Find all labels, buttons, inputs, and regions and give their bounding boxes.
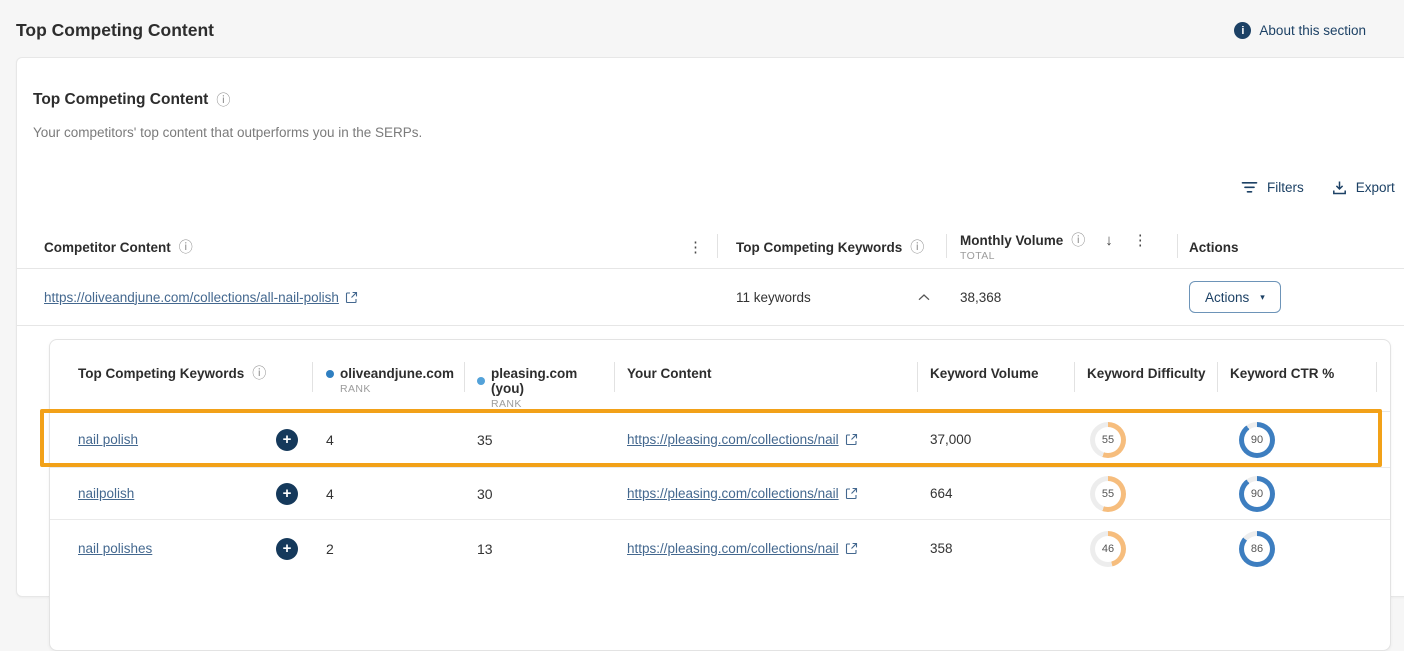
competitor-row: https://oliveandjune.com/collections/all… xyxy=(17,269,1404,326)
difficulty-gauge: 55 xyxy=(1090,422,1126,458)
keyword-link[interactable]: nail polish xyxy=(78,432,138,447)
monthly-volume-value: 38,368 xyxy=(960,290,1001,305)
keyword-link[interactable]: nailpolish xyxy=(78,486,134,501)
col-your-content: Your Content xyxy=(627,366,712,381)
your-rank-value: 30 xyxy=(477,486,493,502)
download-icon xyxy=(1332,180,1347,195)
column-menu-icon[interactable]: ⋮ xyxy=(688,240,703,255)
info-icon[interactable]: ⓘ xyxy=(252,366,266,380)
keyword-volume-value: 358 xyxy=(930,541,953,556)
keywords-detail-card: Top Competing Keywords ⓘ oliveandjune.co… xyxy=(49,339,1391,651)
competitor-rank-value: 2 xyxy=(326,541,334,557)
section-title-row: Top Competing Content ⓘ xyxy=(33,91,230,109)
keyword-row: nail polishes + 2 13 https://pleasing.co… xyxy=(50,519,1390,577)
actions-dropdown-button[interactable]: Actions ▾ xyxy=(1189,281,1281,313)
column-menu-icon[interactable]: ⋮ xyxy=(1133,233,1148,248)
col-keyword-ctr: Keyword CTR % xyxy=(1230,366,1334,381)
ctr-gauge: 90 xyxy=(1239,476,1275,512)
filters-button[interactable]: Filters xyxy=(1241,180,1304,195)
info-icon[interactable]: ⓘ xyxy=(1071,233,1085,247)
keyword-row: nailpolish + 4 30 https://pleasing.com/c… xyxy=(50,467,1390,519)
competitor-url-link[interactable]: https://oliveandjune.com/collections/all… xyxy=(44,290,358,305)
add-keyword-button[interactable]: + xyxy=(276,483,298,505)
difficulty-gauge: 46 xyxy=(1090,531,1126,567)
you-dot xyxy=(477,377,485,385)
external-link-icon xyxy=(845,433,858,446)
ctr-gauge: 86 xyxy=(1239,531,1275,567)
your-rank-value: 13 xyxy=(477,541,493,557)
your-content-link[interactable]: https://pleasing.com/collections/nail xyxy=(627,541,858,556)
col-you-rank-sub: RANK xyxy=(491,398,614,410)
external-link-icon xyxy=(345,291,358,304)
col-competitor-rank-sub: RANK xyxy=(340,383,454,395)
col-keyword: Top Competing Keywords xyxy=(78,366,244,381)
keyword-volume-value: 37,000 xyxy=(930,432,971,447)
add-keyword-button[interactable]: + xyxy=(276,538,298,560)
difficulty-gauge: 55 xyxy=(1090,476,1126,512)
info-icon[interactable]: ⓘ xyxy=(216,93,230,107)
col-competitor-domain: oliveandjune.com xyxy=(340,366,454,381)
table-toolbar: Filters Export xyxy=(1241,180,1395,195)
col-monthly-volume: Monthly Volume xyxy=(960,233,1063,248)
your-content-link[interactable]: https://pleasing.com/collections/nail xyxy=(627,486,858,501)
sort-desc-icon[interactable]: ↓ xyxy=(1105,233,1113,248)
keywords-table-header: Top Competing Keywords ⓘ oliveandjune.co… xyxy=(50,340,1390,412)
col-competitor-content: Competitor Content xyxy=(44,240,171,255)
keyword-volume-value: 664 xyxy=(930,486,953,501)
col-keyword-volume: Keyword Volume xyxy=(930,366,1039,381)
keywords-count: 11 keywords xyxy=(736,290,811,305)
collapse-chevron-icon[interactable] xyxy=(918,294,930,301)
your-content-link[interactable]: https://pleasing.com/collections/nail xyxy=(627,432,858,447)
info-icon[interactable]: ⓘ xyxy=(179,240,193,254)
info-icon[interactable]: ⓘ xyxy=(910,240,924,254)
your-rank-value: 35 xyxy=(477,432,493,448)
section-title: Top Competing Content xyxy=(33,91,208,109)
col-you-domain: pleasing.com (you) xyxy=(491,366,614,396)
filter-icon xyxy=(1241,181,1258,194)
competitor-table-header: Competitor Content ⓘ ⋮ Top Competing Key… xyxy=(17,226,1404,269)
keyword-row: nail polish + 4 35 https://pleasing.com/… xyxy=(50,412,1390,467)
col-actions: Actions xyxy=(1189,240,1239,255)
competitor-rank-value: 4 xyxy=(326,432,334,448)
competitor-dot xyxy=(326,370,334,378)
add-keyword-button[interactable]: + xyxy=(276,429,298,451)
competitor-rank-value: 4 xyxy=(326,486,334,502)
page-title: Top Competing Content xyxy=(16,20,214,41)
ctr-gauge: 90 xyxy=(1239,422,1275,458)
caret-down-icon: ▾ xyxy=(1260,292,1265,303)
col-monthly-volume-sub: TOTAL xyxy=(960,250,1148,262)
top-competing-content-card: Top Competing Content ⓘ Your competitors… xyxy=(16,57,1404,597)
export-button[interactable]: Export xyxy=(1332,180,1395,195)
col-keyword-difficulty: Keyword Difficulty xyxy=(1087,366,1206,381)
info-filled-icon: i xyxy=(1234,22,1251,39)
keyword-link[interactable]: nail polishes xyxy=(78,541,152,556)
col-top-competing-keywords: Top Competing Keywords xyxy=(736,240,902,255)
external-link-icon xyxy=(845,487,858,500)
external-link-icon xyxy=(845,542,858,555)
section-subtitle: Your competitors' top content that outpe… xyxy=(33,125,422,140)
about-this-section-link[interactable]: i About this section xyxy=(1234,22,1366,39)
about-this-section-label: About this section xyxy=(1259,23,1366,38)
